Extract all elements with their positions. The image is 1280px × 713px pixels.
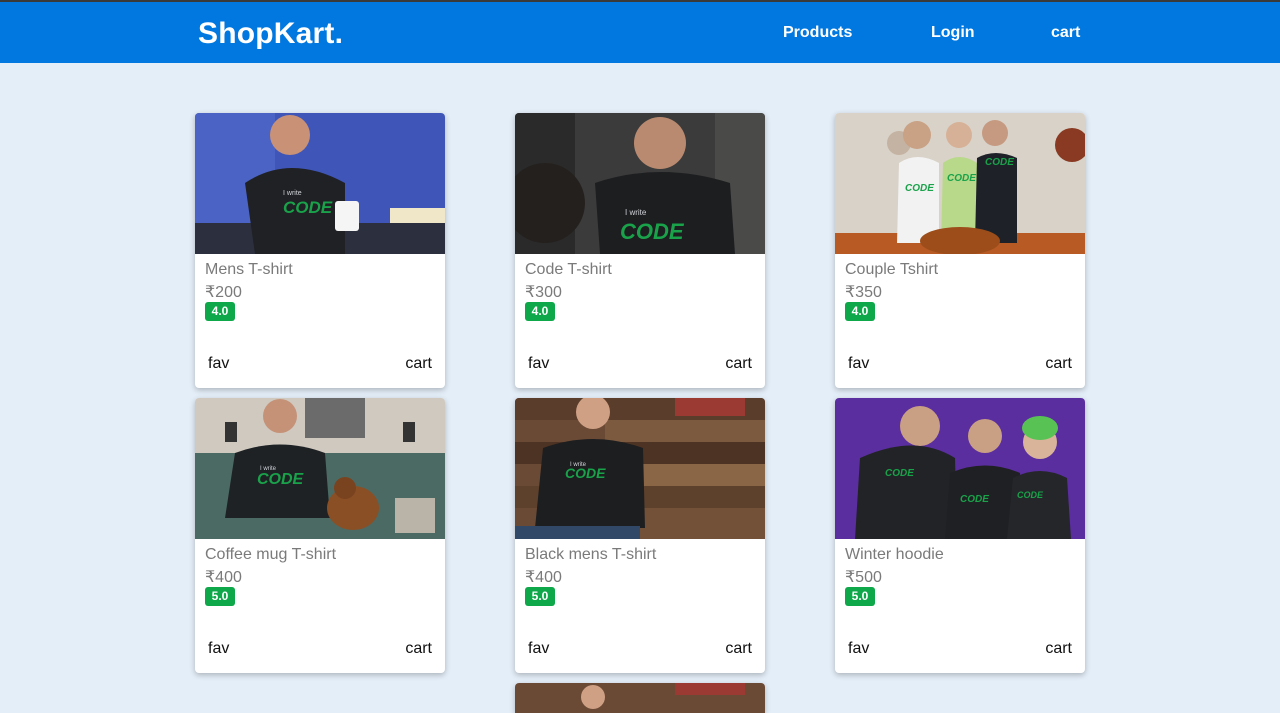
product-image[interactable]: I write CODE [195,398,445,539]
product-title[interactable]: Coffee mug T-shirt [205,546,336,564]
product-card[interactable]: I write CODE Code T-shirt ₹300 4.0 fav c… [515,113,765,388]
nav-link-cart[interactable]: cart [1051,24,1080,42]
rating-badge: 5.0 [525,587,555,606]
svg-text:CODE: CODE [1017,490,1044,500]
svg-text:CODE: CODE [885,468,914,479]
rating-badge: 5.0 [845,587,875,606]
svg-text:CODE: CODE [960,494,989,505]
fav-button[interactable]: fav [848,355,869,373]
product-card[interactable]: I write CODE Mens T-shirt ₹200 4.0 fav c… [195,113,445,388]
svg-text:CODE: CODE [257,471,305,488]
add-to-cart-button[interactable]: cart [725,640,752,658]
product-price: ₹350 [845,284,882,301]
product-price: ₹400 [205,569,242,586]
product-title[interactable]: Winter hoodie [845,546,944,564]
svg-text:I write: I write [283,190,302,197]
svg-text:CODE: CODE [947,173,976,184]
svg-text:CODE: CODE [905,183,934,194]
add-to-cart-button[interactable]: cart [725,355,752,373]
product-price: ₹400 [525,569,562,586]
svg-text:CODE: CODE [283,198,333,217]
rating-badge: 4.0 [845,302,875,321]
product-price: ₹200 [205,284,242,301]
product-card[interactable]: CODE CODE CODE Winter hoodie ₹500 5.0 fa… [835,398,1085,673]
product-price: ₹300 [525,284,562,301]
product-title[interactable]: Black mens T-shirt [525,546,656,564]
svg-text:I write: I write [625,208,647,217]
product-title[interactable]: Mens T-shirt [205,261,293,279]
fav-button[interactable]: fav [528,355,549,373]
rating-badge: 4.0 [205,302,235,321]
svg-text:CODE: CODE [985,157,1014,168]
fav-button[interactable]: fav [848,640,869,658]
product-card[interactable]: I write CODE Coffee mug T-shirt ₹400 5.0… [195,398,445,673]
add-to-cart-button[interactable]: cart [405,355,432,373]
product-card[interactable]: CODE CODE CODE Couple Tshirt ₹350 4.0 fa… [835,113,1085,388]
fav-button[interactable]: fav [528,640,549,658]
product-image[interactable]: CODE CODE CODE [835,398,1085,539]
product-title[interactable]: Couple Tshirt [845,261,938,279]
rating-badge: 4.0 [525,302,555,321]
nav-link-products[interactable]: Products [783,24,852,42]
product-image[interactable]: I write CODE [515,113,765,254]
rating-badge: 5.0 [205,587,235,606]
svg-text:CODE: CODE [620,219,685,244]
fav-button[interactable]: fav [208,355,229,373]
svg-text:CODE: CODE [565,465,606,481]
product-image[interactable]: I write CODE [195,113,445,254]
fav-button[interactable]: fav [208,640,229,658]
product-image[interactable] [515,683,765,713]
product-image[interactable]: I write CODE [515,398,765,539]
add-to-cart-button[interactable]: cart [405,640,432,658]
product-image[interactable]: CODE CODE CODE [835,113,1085,254]
product-price: ₹500 [845,569,882,586]
add-to-cart-button[interactable]: cart [1045,640,1072,658]
product-title[interactable]: Code T-shirt [525,261,612,279]
product-card[interactable] [515,683,765,713]
product-card[interactable]: I write CODE Black mens T-shirt ₹400 5.0… [515,398,765,673]
brand-logo[interactable]: ShopKart. [198,17,343,51]
navbar: ShopKart. Products Login cart [0,2,1280,63]
nav-link-login[interactable]: Login [931,24,975,42]
add-to-cart-button[interactable]: cart [1045,355,1072,373]
